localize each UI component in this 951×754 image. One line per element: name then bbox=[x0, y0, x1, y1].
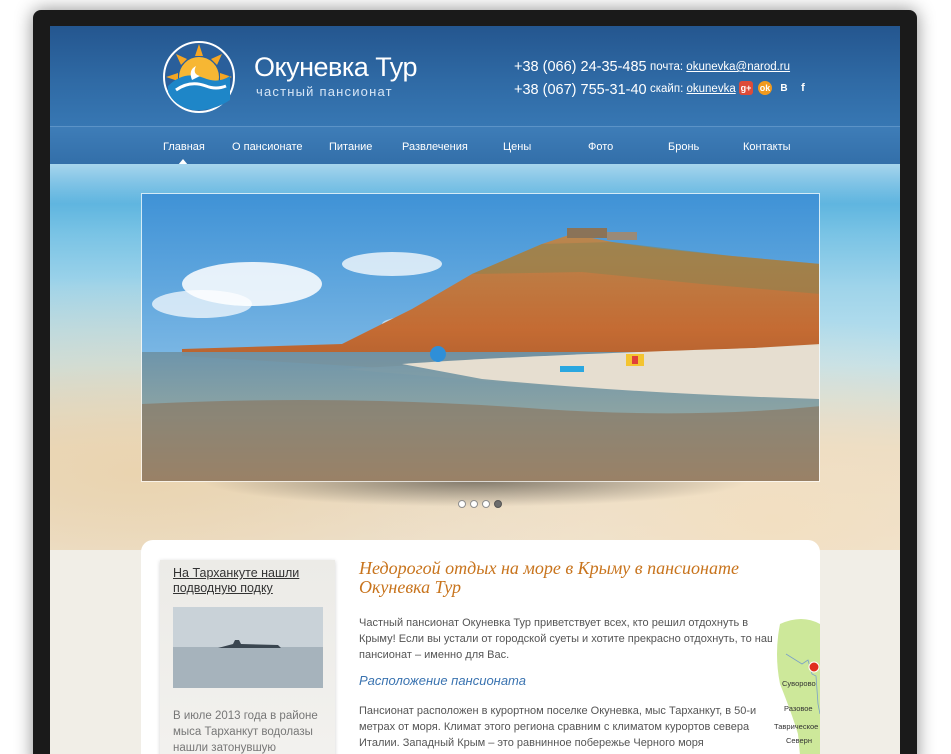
map-label-tavricheskoe: Таврическое bbox=[774, 722, 819, 731]
site-header: Окуневка Тур частный пансионат +38 (066)… bbox=[50, 26, 900, 126]
slider-dot-2[interactable] bbox=[470, 500, 478, 508]
odnoklassniki-icon[interactable]: ok bbox=[758, 81, 772, 95]
skype-link[interactable]: okunevka bbox=[686, 83, 735, 95]
phone-1: +38 (066) 24-35-485 bbox=[514, 59, 647, 75]
location-text: Пансионат расположен в курортном поселке… bbox=[359, 705, 757, 749]
page: Окуневка Тур частный пансионат +38 (066)… bbox=[50, 26, 900, 754]
email-label: почта: bbox=[650, 61, 684, 73]
slider-dot-1[interactable] bbox=[458, 500, 466, 508]
location-heading: Расположение пансионата bbox=[359, 673, 526, 688]
slider-dot-4[interactable] bbox=[494, 500, 502, 508]
news-photo[interactable] bbox=[173, 607, 323, 688]
vkontakte-icon[interactable]: B bbox=[777, 81, 791, 95]
facebook-icon[interactable]: f bbox=[796, 81, 810, 95]
map-label-razovoe: Разовое bbox=[784, 704, 813, 713]
google-plus-icon[interactable]: g+ bbox=[739, 81, 753, 95]
nav-item-entertainment[interactable]: Развлечения bbox=[402, 141, 468, 153]
sun-wave-logo-icon[interactable] bbox=[162, 40, 236, 114]
intro-text: Частный пансионат Окуневка Тур приветств… bbox=[359, 617, 776, 661]
phone-2: +38 (067) 755-31-40 bbox=[514, 82, 647, 98]
social-links: g+ ok B f bbox=[739, 81, 810, 95]
nav-item-food[interactable]: Питание bbox=[329, 141, 372, 153]
nav-item-home[interactable]: Главная bbox=[163, 141, 205, 153]
nav-item-about[interactable]: О пансионате bbox=[232, 141, 303, 153]
brand-name[interactable]: Окуневка Тур bbox=[254, 52, 418, 83]
email-line: почта: okunevka@narod.ru bbox=[650, 61, 790, 73]
map-label-sever: Северн bbox=[786, 736, 812, 745]
nav-item-booking[interactable]: Бронь bbox=[668, 141, 699, 153]
main-nav: Главная О пансионате Питание Развлечения… bbox=[50, 126, 900, 165]
brand-tagline: частный пансионат bbox=[256, 84, 393, 99]
nav-item-prices[interactable]: Цены bbox=[503, 141, 531, 153]
page-title: Недорогой отдых на море в Крыму в пансио… bbox=[359, 558, 739, 597]
map-label-suvorovo: Суворово bbox=[782, 679, 816, 688]
slider-dots bbox=[458, 500, 502, 508]
nav-item-contacts[interactable]: Контакты bbox=[743, 141, 791, 153]
slider-dot-3[interactable] bbox=[482, 500, 490, 508]
skype-label: скайп: bbox=[650, 83, 684, 95]
skype-line: скайп: okunevka bbox=[650, 83, 736, 95]
news-title-link[interactable]: На Тарханкуте нашли подводную подку bbox=[173, 566, 323, 596]
email-link[interactable]: okunevka@narod.ru bbox=[686, 61, 790, 73]
location-map[interactable]: Суворово Разовое Таврическое Северн bbox=[772, 614, 820, 754]
news-excerpt: В июле 2013 года в районе мыса Тарханкут… bbox=[173, 710, 318, 754]
news-sidebar: На Тарханкуте нашли подводную подку В ию… bbox=[160, 560, 335, 754]
hero-slide-image[interactable] bbox=[141, 193, 820, 482]
nav-item-photo[interactable]: Фото bbox=[588, 141, 613, 153]
